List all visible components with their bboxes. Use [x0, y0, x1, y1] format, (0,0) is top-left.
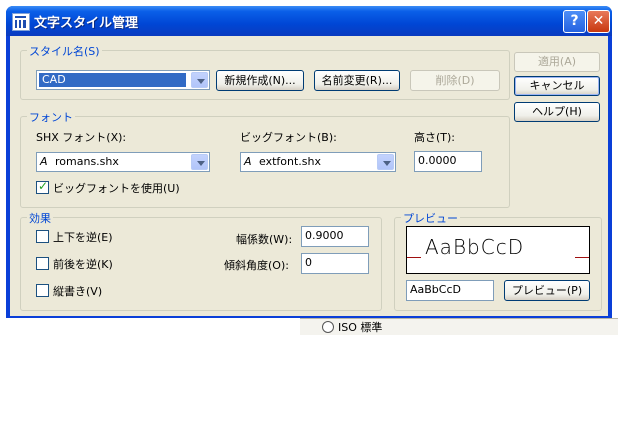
preview-group-label: プレビュー	[401, 210, 460, 226]
app-icon	[12, 13, 30, 31]
style-name-group-label: スタイル名(S)	[27, 43, 102, 59]
vertical-label: 縦書き(V)	[53, 285, 103, 298]
chevron-down-icon[interactable]	[191, 72, 208, 88]
font-group-label: フォント	[27, 109, 75, 125]
rename-style-button[interactable]: 名前変更(R)...	[314, 70, 400, 91]
width-factor-input[interactable]: 0.9000	[301, 226, 369, 247]
preview-sample-text: AaBbCcD	[425, 235, 525, 259]
height-input[interactable]: 0.0000	[414, 151, 482, 172]
check-icon: ✓	[38, 179, 49, 193]
background-text: ISO 標準	[338, 321, 383, 334]
help-button[interactable]: ヘルプ(H)	[514, 102, 600, 122]
backwards-label: 前後を逆(K)	[53, 258, 113, 271]
preview-button[interactable]: プレビュー(P)	[504, 280, 590, 301]
height-label: 高さ(T):	[414, 131, 456, 144]
chevron-down-icon[interactable]	[191, 154, 208, 170]
shx-font-combo[interactable]: A romans.shx	[36, 152, 210, 172]
upside-down-label: 上下を逆(E)	[53, 231, 113, 244]
preview-text-input[interactable]: AaBbCcD	[406, 280, 494, 301]
effects-group-label: 効果	[27, 210, 53, 226]
text-style-dialog: 文字スタイル管理 ? ✕ スタイル名(S) CAD 新規作成(N)... 名前変…	[6, 6, 612, 318]
use-big-font-label: ビッグフォントを使用(U)	[53, 182, 180, 195]
title-bar[interactable]: 文字スタイル管理 ? ✕	[6, 6, 612, 36]
use-big-font-checkbox[interactable]: ✓	[36, 179, 49, 194]
delete-style-button[interactable]: 削除(D)	[410, 70, 500, 91]
window-title: 文字スタイル管理	[34, 16, 139, 31]
preview-baseline-right	[575, 257, 589, 258]
background-app-strip: ISO 標準	[300, 318, 618, 335]
cancel-button[interactable]: キャンセル	[514, 76, 600, 96]
upside-down-checkbox[interactable]	[36, 230, 49, 243]
apply-button[interactable]: 適用(A)	[514, 52, 600, 72]
vertical-checkbox[interactable]	[36, 284, 49, 297]
preview-canvas: AaBbCcD	[406, 226, 590, 274]
preview-baseline-left	[407, 257, 421, 258]
chevron-down-icon[interactable]	[377, 154, 394, 170]
close-icon[interactable]: ✕	[587, 10, 610, 33]
background-radio	[322, 321, 334, 333]
big-font-value: extfont.shx	[259, 155, 321, 168]
width-factor-label: 幅係数(W):	[236, 233, 293, 246]
shx-font-label: SHX フォント(X):	[36, 131, 127, 144]
font-icon: A	[40, 155, 48, 168]
oblique-angle-input[interactable]: 0	[301, 253, 369, 274]
style-name-value: CAD	[42, 73, 66, 86]
backwards-checkbox[interactable]	[36, 257, 49, 270]
help-icon[interactable]: ?	[563, 10, 586, 33]
shx-font-value: romans.shx	[55, 155, 119, 168]
big-font-label: ビッグフォント(B):	[240, 131, 337, 144]
big-font-combo[interactable]: A extfont.shx	[240, 152, 396, 172]
new-style-button[interactable]: 新規作成(N)...	[216, 70, 304, 91]
oblique-angle-label: 傾斜角度(O):	[224, 259, 289, 272]
style-name-combo[interactable]: CAD	[36, 70, 210, 90]
font-icon: A	[244, 155, 252, 168]
dialog-client: スタイル名(S) CAD 新規作成(N)... 名前変更(R)... 削除(D)…	[10, 36, 608, 316]
